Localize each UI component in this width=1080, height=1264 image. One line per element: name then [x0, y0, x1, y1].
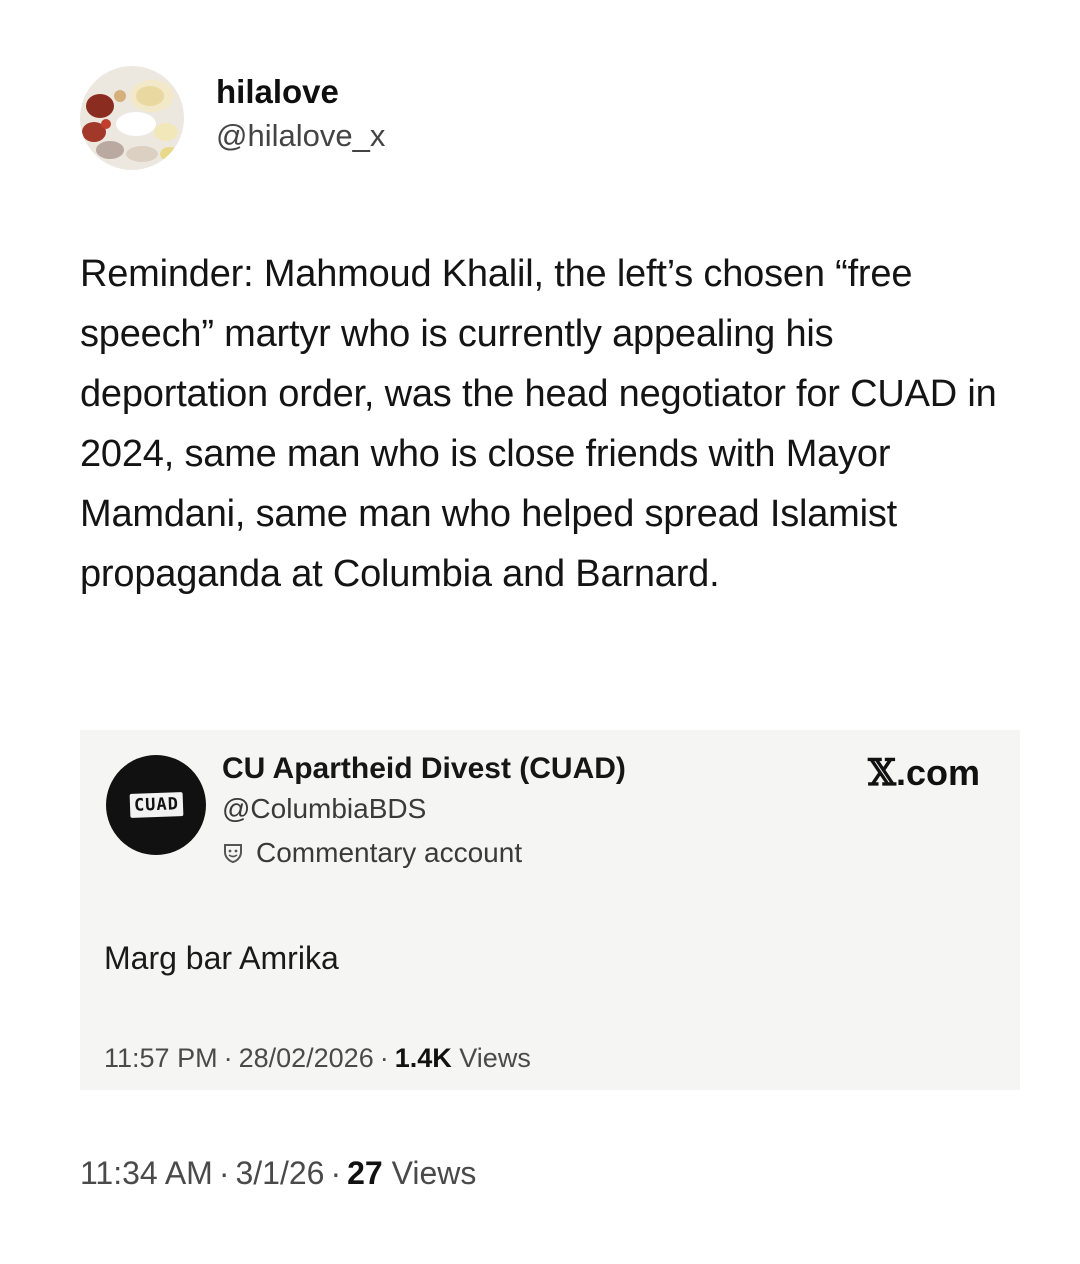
separator: ·	[218, 1155, 230, 1191]
separator: ·	[379, 1043, 389, 1073]
tweet-date[interactable]: 3/1/26	[235, 1155, 324, 1191]
x-com-suffix: .com	[895, 752, 980, 793]
author-avatar[interactable]	[80, 66, 184, 170]
quoted-tweet-card[interactable]: CUAD CU Apartheid Divest (CUAD) @Columbi…	[80, 730, 1020, 1090]
quoted-author-display-name[interactable]: CU Apartheid Divest (CUAD)	[222, 750, 626, 788]
theater-masks-icon	[224, 844, 242, 864]
author-handle[interactable]: @hilalove_x	[216, 116, 385, 156]
quoted-tweet-date[interactable]: 28/02/2026	[239, 1043, 374, 1073]
quoted-tweet-meta: 11:57 PM · 28/02/2026 · 1.4K Views	[104, 1040, 531, 1076]
quoted-author-handle[interactable]: @ColumbiaBDS	[222, 790, 626, 828]
quoted-author-avatar[interactable]: CUAD	[106, 755, 206, 855]
cuad-logo: CUAD	[129, 792, 183, 818]
quoted-tweet-time[interactable]: 11:57 PM	[104, 1043, 218, 1073]
commentary-account-label: Commentary account	[222, 834, 626, 872]
author-display-name[interactable]: hilalove	[216, 72, 385, 112]
separator: ·	[223, 1043, 233, 1073]
x-logo-icon: 𝕏	[868, 752, 896, 794]
quoted-tweet-text: Marg bar Amrika	[104, 940, 339, 976]
quoted-tweet-views-label: Views	[459, 1043, 531, 1073]
separator: ·	[330, 1155, 342, 1191]
quoted-tweet-views-count: 1.4K	[394, 1043, 452, 1073]
tweet-time[interactable]: 11:34 AM	[80, 1155, 213, 1191]
tweet-meta: 11:34 AM · 3/1/26 · 27 Views	[80, 1153, 476, 1193]
commentary-account-text: Commentary account	[256, 837, 523, 868]
tweet-views-count: 27	[347, 1155, 383, 1191]
x-com-source: 𝕏.com	[868, 752, 980, 794]
tweet-author[interactable]: hilalove @hilalove_x	[80, 66, 385, 170]
tweet-screenshot: hilalove @hilalove_x Reminder: Mahmoud K…	[0, 0, 1080, 1264]
tweet-views-label: Views	[391, 1155, 477, 1191]
food-photo-icon	[80, 66, 184, 170]
tweet-text: Reminder: Mahmoud Khalil, the left’s cho…	[80, 253, 997, 595]
